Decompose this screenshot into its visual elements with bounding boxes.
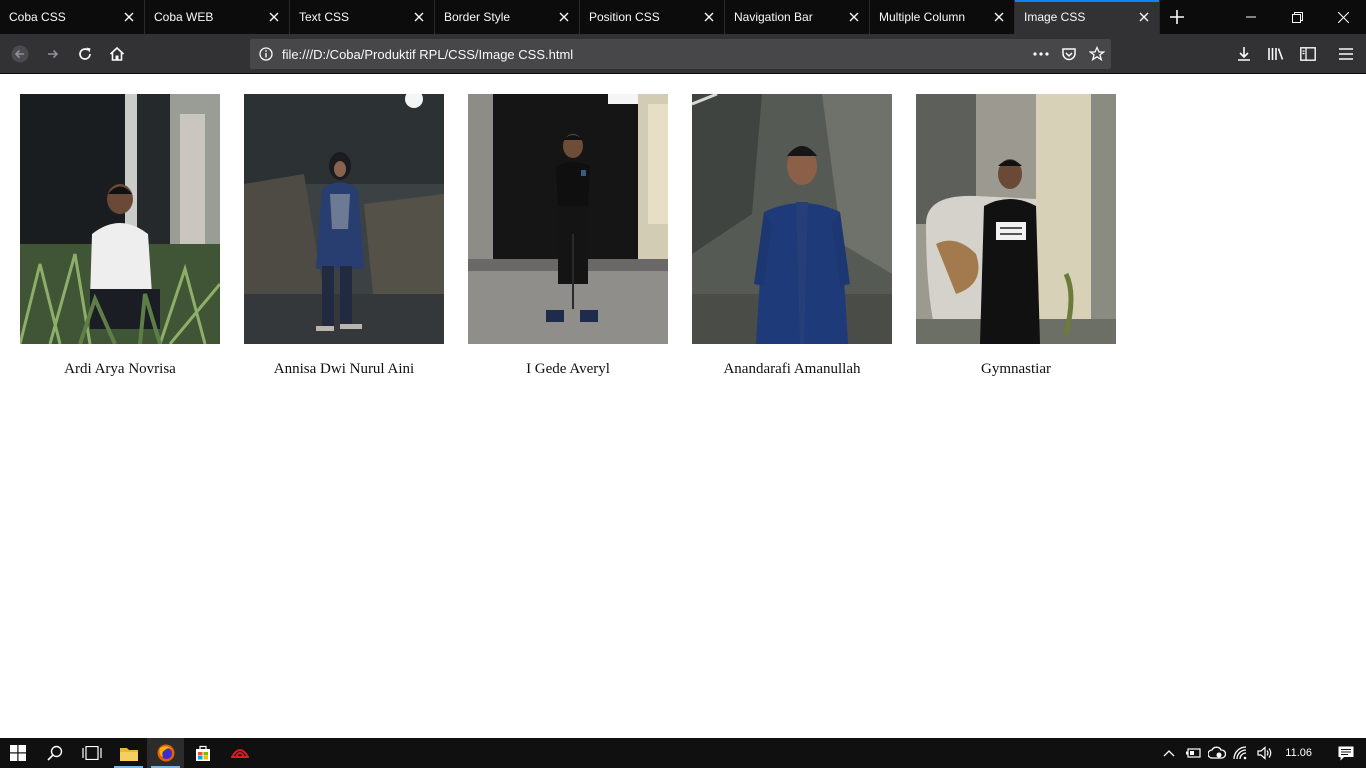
tab-navigation-bar[interactable]: Navigation Bar	[725, 0, 870, 34]
task-view-button[interactable]	[73, 738, 110, 768]
firefox-button[interactable]	[147, 738, 184, 768]
tab-text-css[interactable]: Text CSS	[290, 0, 435, 34]
url-text[interactable]: file:///D:/Coba/Produktif RPL/CSS/Image …	[282, 47, 1027, 62]
notification-icon	[1338, 746, 1354, 760]
person-photo	[468, 94, 668, 344]
close-icon	[1337, 11, 1349, 23]
gallery-card: Annisa Dwi Nurul Aini	[244, 94, 444, 378]
tab-position-css[interactable]: Position CSS	[580, 0, 725, 34]
navigation-toolbar: file:///D:/Coba/Produktif RPL/CSS/Image …	[0, 34, 1366, 74]
gallery-card: Anandarafi Amanullah	[692, 94, 892, 378]
volume-icon[interactable]	[1253, 738, 1277, 768]
firefox-icon	[157, 744, 174, 762]
sidebar-button[interactable]	[1292, 38, 1324, 70]
close-icon[interactable]	[404, 0, 434, 34]
reload-icon	[79, 47, 91, 60]
battery-icon[interactable]	[1181, 738, 1205, 768]
menu-button[interactable]	[1330, 38, 1362, 70]
red-app-icon	[230, 749, 249, 758]
page-content: Ardi Arya Novrisa Annisa Dwi Nurul Aini …	[0, 74, 1366, 738]
pocket-icon[interactable]	[1055, 39, 1083, 69]
tab-coba-css[interactable]: Coba CSS	[0, 0, 145, 34]
close-icon[interactable]	[1129, 0, 1159, 34]
window-controls	[1228, 0, 1366, 34]
star-icon[interactable]	[1083, 39, 1111, 69]
wifi-icon[interactable]	[1229, 738, 1253, 768]
chevron-up-icon[interactable]	[1157, 738, 1181, 768]
minimize-button[interactable]	[1228, 0, 1274, 34]
photo-caption: Gymnastiar	[981, 361, 1051, 377]
back-button[interactable]	[4, 38, 36, 70]
library-button[interactable]	[1260, 38, 1292, 70]
home-icon	[109, 46, 125, 61]
arrow-left-icon	[11, 45, 29, 63]
taskbar-clock[interactable]: 11.06	[1277, 747, 1326, 759]
close-icon[interactable]	[694, 0, 724, 34]
photo-caption: Anandarafi Amanullah	[723, 361, 861, 377]
person-photo	[916, 94, 1116, 344]
reload-button[interactable]	[69, 38, 101, 70]
tab-label: Navigation Bar	[734, 10, 813, 24]
tab-label: Coba CSS	[9, 10, 66, 24]
tab-label: Text CSS	[299, 10, 350, 24]
download-icon	[1238, 47, 1250, 61]
new-tab-button[interactable]	[1160, 0, 1194, 34]
hamburger-icon	[1339, 48, 1353, 60]
plus-icon	[1170, 10, 1184, 24]
person-photo	[20, 94, 220, 344]
info-icon[interactable]	[250, 39, 282, 69]
downloads-button[interactable]	[1228, 38, 1260, 70]
restore-button[interactable]	[1274, 0, 1320, 34]
search-icon	[46, 745, 62, 761]
tab-border-style[interactable]: Border Style	[435, 0, 580, 34]
tab-coba-web[interactable]: Coba WEB	[145, 0, 290, 34]
photo-caption: Annisa Dwi Nurul Aini	[273, 361, 415, 377]
tab-image-css[interactable]: Image CSS	[1015, 0, 1160, 34]
photo-caption: I Gede Averyl	[526, 361, 610, 377]
person-photo	[692, 94, 892, 344]
store-bag-icon	[195, 745, 210, 761]
start-button[interactable]	[0, 738, 36, 768]
task-view-icon	[81, 746, 102, 760]
close-window-button[interactable]	[1320, 0, 1366, 34]
person-photo	[244, 94, 444, 344]
library-icon	[1268, 48, 1284, 60]
tab-multiple-column[interactable]: Multiple Column	[870, 0, 1015, 34]
sidebar-icon	[1300, 47, 1316, 61]
system-tray: 11.06	[1157, 738, 1366, 768]
minimize-icon	[1246, 16, 1256, 18]
store-button[interactable]	[184, 738, 221, 768]
close-icon[interactable]	[549, 0, 579, 34]
tab-label: Border Style	[444, 10, 511, 24]
tab-label: Multiple Column	[879, 10, 966, 24]
close-icon[interactable]	[984, 0, 1014, 34]
gallery-card: I Gede Averyl	[468, 94, 668, 378]
action-center-button[interactable]	[1326, 738, 1366, 768]
tab-label: Image CSS	[1024, 10, 1086, 24]
close-icon[interactable]	[114, 0, 144, 34]
cloud-sync-icon[interactable]	[1205, 738, 1229, 768]
arrow-right-icon	[48, 49, 59, 59]
gallery-card: Gymnastiar	[916, 94, 1116, 378]
restore-icon	[1291, 11, 1303, 23]
windows-taskbar: 11.06	[0, 738, 1366, 768]
tab-label: Coba WEB	[154, 10, 214, 24]
photo-caption: Ardi Arya Novrisa	[64, 361, 176, 377]
search-button[interactable]	[36, 738, 73, 768]
home-button[interactable]	[101, 38, 133, 70]
more-actions-icon[interactable]	[1027, 39, 1055, 69]
tab-label: Position CSS	[589, 10, 660, 24]
file-explorer-button[interactable]	[110, 738, 147, 768]
url-bar[interactable]: file:///D:/Coba/Produktif RPL/CSS/Image …	[250, 39, 1111, 69]
close-icon[interactable]	[259, 0, 289, 34]
app-button[interactable]	[221, 738, 258, 768]
windows-logo-icon	[10, 745, 26, 761]
gallery-card: Ardi Arya Novrisa	[20, 94, 220, 378]
close-icon[interactable]	[839, 0, 869, 34]
forward-button[interactable]	[37, 38, 69, 70]
folder-icon	[119, 747, 138, 761]
tab-strip: Coba CSS Coba WEB Text CSS Border Style …	[0, 0, 1366, 34]
image-gallery: Ardi Arya Novrisa Annisa Dwi Nurul Aini …	[20, 94, 1116, 378]
